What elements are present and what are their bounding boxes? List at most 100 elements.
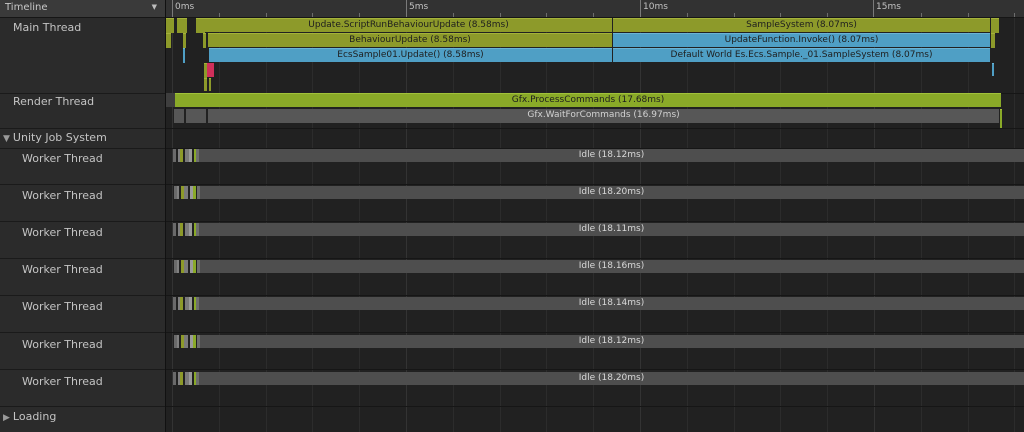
separator — [0, 332, 165, 333]
sample-gfx-process-commands[interactable]: Gfx.ProcessCommands (17.68ms) — [175, 93, 1001, 107]
timeline-view-dropdown[interactable]: Timeline ▼ — [0, 0, 165, 18]
job-sample-sliver[interactable] — [180, 149, 183, 162]
track-label-worker-thread[interactable]: Worker Thread — [22, 300, 103, 313]
job-sample-sliver[interactable] — [189, 372, 192, 385]
sample-marker[interactable] — [991, 33, 995, 48]
job-sample-sliver[interactable] — [184, 335, 188, 348]
separator — [0, 128, 165, 129]
sample-marker[interactable] — [166, 93, 175, 107]
job-sample-sliver[interactable] — [197, 335, 200, 348]
sample-marker-red[interactable] — [207, 63, 214, 77]
sample-marker[interactable] — [1000, 109, 1002, 128]
ruler-minor-tick — [266, 13, 267, 17]
sample-idle[interactable]: Idle (18.14ms) — [199, 297, 1024, 310]
ruler-minor-tick — [500, 13, 501, 17]
sample-gfx-wait-for-commands[interactable]: Gfx.WaitForCommands (16.97ms) — [208, 109, 999, 123]
group-label-text: Unity Job System — [12, 131, 107, 144]
sample-idle[interactable]: Idle (18.16ms) — [199, 260, 1024, 273]
separator — [0, 369, 165, 370]
ruler-major-tick — [172, 0, 173, 17]
sample-marker[interactable] — [186, 109, 206, 123]
row-separator — [166, 332, 1024, 333]
job-sample-sliver[interactable] — [173, 297, 176, 310]
job-sample-sliver[interactable] — [193, 260, 196, 273]
sample-marker[interactable] — [166, 33, 171, 48]
sample-marker[interactable] — [183, 48, 185, 63]
sample-marker[interactable] — [204, 78, 207, 91]
job-sample-sliver[interactable] — [196, 149, 199, 162]
job-sample-sliver[interactable] — [180, 223, 183, 236]
sample-default-world-sample-system[interactable]: Default World Es.Ecs.Sample._01.SampleSy… — [613, 48, 990, 62]
job-sample-sliver[interactable] — [180, 372, 183, 385]
job-sample-sliver[interactable] — [193, 186, 196, 199]
sample-marker[interactable] — [166, 18, 174, 33]
time-ruler[interactable]: 0ms 5ms 10ms 15ms — [166, 0, 1024, 18]
profiler-timeline-window: Timeline ▼ Main Thread Render Thread ▼ Un… — [0, 0, 1024, 432]
sample-idle[interactable]: Idle (18.11ms) — [199, 223, 1024, 236]
track-label-worker-thread[interactable]: Worker Thread — [22, 226, 103, 239]
track-label-render-thread[interactable]: Render Thread — [13, 95, 94, 108]
job-sample-sliver[interactable] — [189, 297, 192, 310]
job-sample-sliver[interactable] — [196, 372, 199, 385]
row-separator — [166, 184, 1024, 185]
sample-idle[interactable]: Idle (18.20ms) — [199, 186, 1024, 199]
sample-marker[interactable] — [174, 109, 184, 123]
track-label-worker-thread[interactable]: Worker Thread — [22, 375, 103, 388]
job-sample-sliver[interactable] — [197, 186, 200, 199]
job-sample-sliver[interactable] — [184, 260, 188, 273]
track-label-worker-thread[interactable]: Worker Thread — [22, 152, 103, 165]
job-sample-sliver[interactable] — [177, 335, 179, 348]
separator — [0, 184, 165, 185]
sample-marker[interactable] — [991, 18, 999, 33]
ruler-minor-tick — [546, 13, 547, 17]
ruler-major-tick — [873, 0, 874, 17]
sample-ecs-sample-update[interactable]: EcsSample01.Update() (8.58ms) — [209, 48, 612, 62]
separator — [0, 295, 165, 296]
sample-update-function-invoke[interactable]: UpdateFunction.Invoke() (8.07ms) — [613, 33, 990, 47]
sample-idle[interactable]: Idle (18.12ms) — [199, 149, 1024, 162]
sample-marker[interactable] — [183, 33, 186, 48]
track-label-worker-thread[interactable]: Worker Thread — [22, 189, 103, 202]
track-label-worker-thread[interactable]: Worker Thread — [22, 263, 103, 276]
separator — [0, 93, 165, 94]
job-sample-sliver[interactable] — [177, 186, 179, 199]
sample-update-script-run-behaviour-update[interactable]: Update.ScriptRunBehaviourUpdate (8.58ms) — [205, 18, 612, 32]
ruler-minor-tick — [312, 13, 313, 17]
job-sample-sliver[interactable] — [196, 297, 199, 310]
group-unity-job-system[interactable]: ▼ Unity Job System — [3, 131, 107, 144]
sample-marker[interactable] — [209, 78, 211, 91]
row-separator — [166, 128, 1024, 129]
ruler-major-tick — [406, 0, 407, 17]
sample-behaviour-update[interactable]: BehaviourUpdate (8.58ms) — [208, 33, 612, 47]
track-label-worker-thread[interactable]: Worker Thread — [22, 338, 103, 351]
job-sample-sliver[interactable] — [173, 223, 176, 236]
track-label-main-thread[interactable]: Main Thread — [13, 21, 81, 34]
row-separator — [166, 258, 1024, 259]
ruler-label: 5ms — [409, 2, 429, 12]
job-sample-sliver[interactable] — [173, 149, 176, 162]
timeline-canvas[interactable]: Update.ScriptRunBehaviourUpdate (8.58ms)… — [166, 18, 1024, 432]
sample-idle[interactable]: Idle (18.12ms) — [199, 335, 1024, 348]
job-sample-sliver[interactable] — [193, 335, 196, 348]
job-sample-sliver[interactable] — [173, 372, 176, 385]
sample-marker[interactable] — [196, 18, 205, 33]
job-sample-sliver[interactable] — [177, 260, 179, 273]
ruler-minor-tick — [734, 13, 735, 17]
job-sample-sliver[interactable] — [184, 186, 188, 199]
collapse-triangle-icon: ▼ — [3, 134, 10, 144]
separator — [0, 221, 165, 222]
sample-sample-system[interactable]: SampleSystem (8.07ms) — [613, 18, 990, 32]
job-sample-sliver[interactable] — [180, 297, 183, 310]
job-sample-sliver[interactable] — [189, 149, 192, 162]
ruler-minor-tick — [968, 13, 969, 17]
ruler-minor-tick — [453, 13, 454, 17]
ruler-major-tick — [640, 0, 641, 17]
sample-idle[interactable]: Idle (18.20ms) — [199, 372, 1024, 385]
job-sample-sliver[interactable] — [197, 260, 200, 273]
sample-marker[interactable] — [992, 63, 994, 76]
group-loading[interactable]: ▶ Loading — [3, 410, 56, 423]
sample-marker[interactable] — [203, 33, 206, 48]
job-sample-sliver[interactable] — [189, 223, 192, 236]
job-sample-sliver[interactable] — [196, 223, 199, 236]
sample-marker[interactable] — [177, 18, 187, 33]
